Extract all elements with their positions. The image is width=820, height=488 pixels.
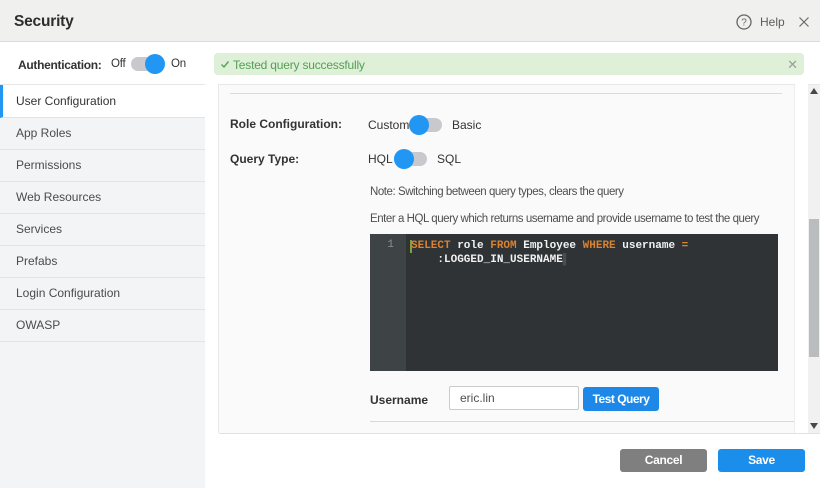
svg-text:?: ? <box>741 18 747 29</box>
